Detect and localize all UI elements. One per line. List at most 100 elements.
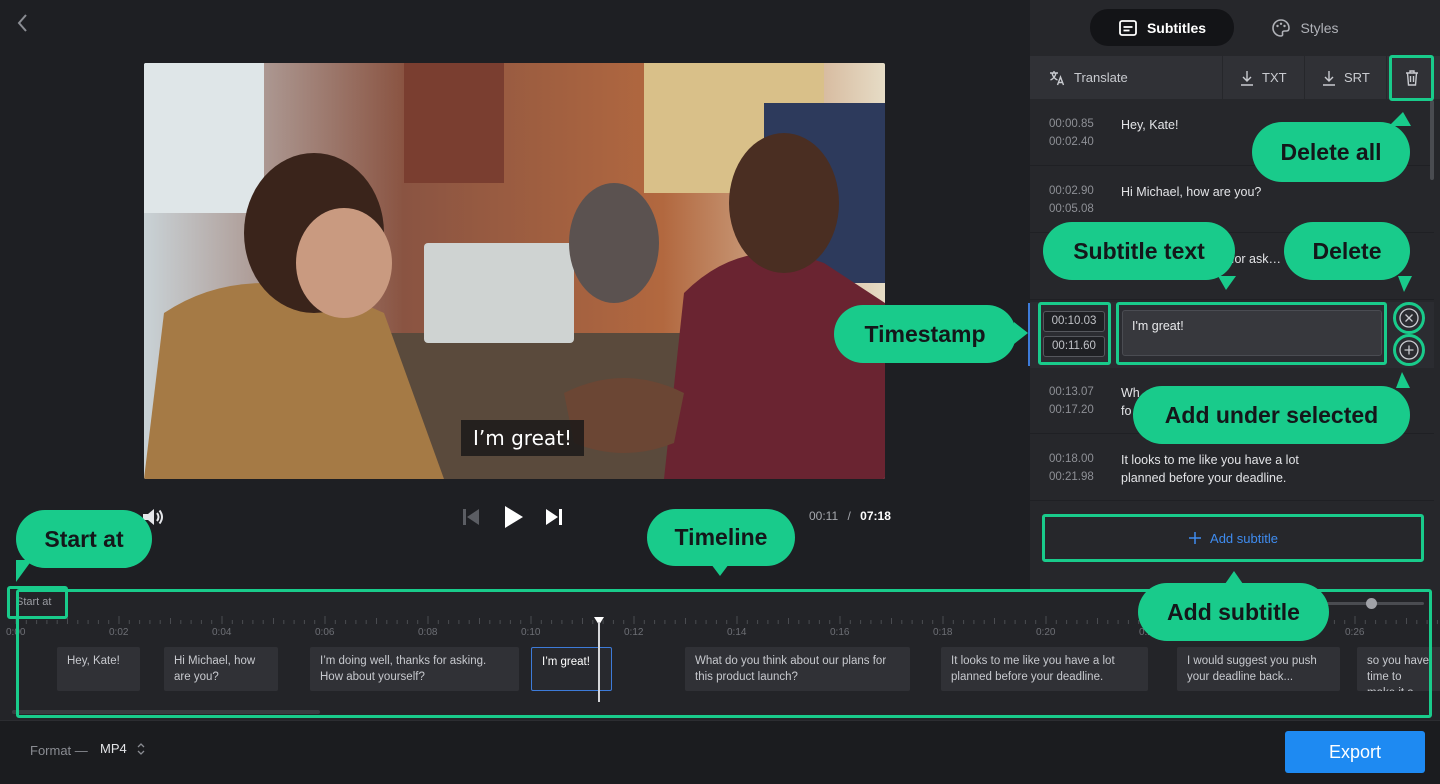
- add-under-selected-callout: Add under selected: [1133, 386, 1410, 444]
- time-display: 00:11 / 07:18: [809, 509, 891, 523]
- plus-icon: [1189, 532, 1202, 544]
- start-timestamp-input[interactable]: 00:10.03: [1043, 311, 1105, 332]
- delete-all-callout-tail: [1389, 112, 1411, 126]
- skip-forward-icon: [546, 509, 562, 525]
- subtitle-end-time: 00:21.98: [1049, 471, 1094, 483]
- tab-styles-label: Styles: [1300, 19, 1339, 36]
- end-timestamp-input[interactable]: 00:11.60: [1043, 336, 1105, 357]
- trash-icon: [1406, 70, 1418, 86]
- time-separator: /: [847, 509, 851, 523]
- timeline-clip[interactable]: It looks to me like you have a lot plann…: [941, 647, 1148, 691]
- ruler-tick-label: 0:20: [1036, 627, 1056, 638]
- timeline-callout: Timeline: [647, 509, 795, 566]
- ruler-tick-label: 0:10: [521, 627, 541, 638]
- subtitle-end-time: 00:05.08: [1049, 203, 1094, 215]
- txt-label: TXT: [1262, 70, 1287, 85]
- timeline-clip[interactable]: Hey, Kate!: [57, 647, 140, 691]
- close-circle-icon: [1399, 308, 1419, 328]
- translate-label: Translate: [1074, 70, 1128, 85]
- timestamp-callout: Timestamp: [834, 305, 1016, 363]
- play-button[interactable]: [498, 501, 528, 533]
- timeline-clip[interactable]: so you have time to make it a successful…: [1357, 647, 1440, 691]
- add-subtitle-button[interactable]: Add subtitle: [1044, 516, 1422, 560]
- download-srt-button[interactable]: SRT: [1322, 56, 1370, 99]
- ruler-tick-label: 0:16: [830, 627, 850, 638]
- delete-all-callout: Delete all: [1252, 122, 1410, 182]
- export-button[interactable]: Export: [1285, 731, 1425, 773]
- ruler-tick-label: 0:00: [6, 627, 26, 638]
- timeline-clip[interactable]: Hi Michael, how are you?: [164, 647, 278, 691]
- toolbar-divider: [1222, 56, 1223, 99]
- download-icon: [1323, 70, 1335, 86]
- video-frame-image: [144, 63, 885, 479]
- ruler-tick-label: 0:02: [109, 627, 129, 638]
- subtitles-toolbar: Translate TXT SRT: [1030, 56, 1440, 99]
- subtitle-text: It looks to me like you have a lot plann…: [1121, 453, 1299, 485]
- timeline-scrollbar[interactable]: [12, 710, 320, 714]
- ruler-tick-label: 0:08: [418, 627, 438, 638]
- delete-all-button[interactable]: [1392, 57, 1432, 99]
- download-txt-button[interactable]: TXT: [1240, 56, 1287, 99]
- ruler-tick-label: 0:18: [933, 627, 953, 638]
- start-at-button[interactable]: Start at: [16, 596, 51, 608]
- playhead[interactable]: [598, 622, 600, 702]
- format-value: MP4: [100, 741, 127, 756]
- subtitle-text: Hi Michael, how are you?: [1121, 185, 1262, 199]
- toolbar-divider: [1386, 56, 1387, 99]
- subtitle-start-time: 00:18.00: [1049, 453, 1094, 465]
- skip-back-icon: [463, 509, 479, 525]
- timeline-clip[interactable]: What do you think about our plans for th…: [685, 647, 910, 691]
- next-button[interactable]: [542, 504, 566, 530]
- ruler-tick-label: 0:12: [624, 627, 644, 638]
- subtitle-text-input[interactable]: I'm great!: [1122, 310, 1382, 356]
- back-button[interactable]: [12, 10, 34, 36]
- delete-callout: Delete: [1284, 222, 1410, 280]
- format-select[interactable]: MP4: [100, 741, 145, 756]
- chevron-left-icon: [17, 14, 27, 32]
- timeline-clip[interactable]: I’m doing well, thanks for asking. How a…: [310, 647, 519, 691]
- video-preview: [144, 63, 885, 479]
- previous-button[interactable]: [459, 504, 483, 530]
- subtitle-start-time: 00:02.90: [1049, 185, 1094, 197]
- subtitle-text-callout-tail: [1218, 276, 1236, 290]
- ruler-tick-label: 0:04: [212, 627, 232, 638]
- translate-icon: [1050, 70, 1065, 85]
- start-at-callout-tail: [16, 560, 32, 582]
- subtitle-start-time: 00:00.85: [1049, 118, 1094, 130]
- subtitle-end-time: 00:17.20: [1049, 404, 1094, 416]
- subtitles-scrollbar[interactable]: [1430, 100, 1434, 180]
- srt-label: SRT: [1344, 70, 1370, 85]
- palette-icon: [1272, 18, 1291, 37]
- current-time: 00:11: [809, 509, 839, 523]
- total-time: 07:18: [860, 509, 891, 523]
- add-under-selected-callout-tail: [1396, 372, 1410, 388]
- play-icon: [505, 506, 523, 528]
- ruler-tick-label: 0:14: [727, 627, 747, 638]
- tab-styles[interactable]: Styles: [1250, 9, 1360, 46]
- timeline-zoom-handle[interactable]: [1366, 598, 1377, 609]
- add-under-selected-button[interactable]: [1397, 338, 1421, 362]
- timeline-clip[interactable]: I would suggest you push your deadline b…: [1177, 647, 1340, 691]
- bottom-bar: [0, 720, 1440, 784]
- delete-callout-tail: [1398, 276, 1412, 292]
- toolbar-divider: [1304, 56, 1305, 99]
- plus-circle-icon: [1399, 340, 1419, 360]
- subtitle-text-callout: Subtitle text: [1043, 222, 1235, 280]
- download-icon: [1241, 70, 1253, 86]
- translate-button[interactable]: Translate: [1048, 56, 1128, 99]
- tab-subtitles[interactable]: Subtitles: [1090, 9, 1234, 46]
- ruler-tick-label: 0:06: [315, 627, 335, 638]
- start-at-callout: Start at: [16, 510, 152, 568]
- subtitle-row[interactable]: 00:18.00 00:21.98 It looks to me like yo…: [1030, 435, 1434, 501]
- add-subtitle-label: Add subtitle: [1210, 530, 1278, 546]
- ruler-tick-label: 0:26: [1345, 627, 1365, 638]
- subtitle-end-time: 00:02.40: [1049, 136, 1094, 148]
- add-subtitle-callout: Add subtitle: [1138, 583, 1329, 641]
- video-caption: I’m great!: [461, 420, 584, 456]
- format-label: Format —: [30, 743, 88, 758]
- timeline-callout-tail: [711, 564, 729, 576]
- add-subtitle-callout-tail: [1225, 571, 1243, 584]
- delete-subtitle-button[interactable]: [1397, 306, 1421, 330]
- timestamp-callout-tail: [1014, 322, 1028, 344]
- subtitles-icon: [1119, 19, 1137, 36]
